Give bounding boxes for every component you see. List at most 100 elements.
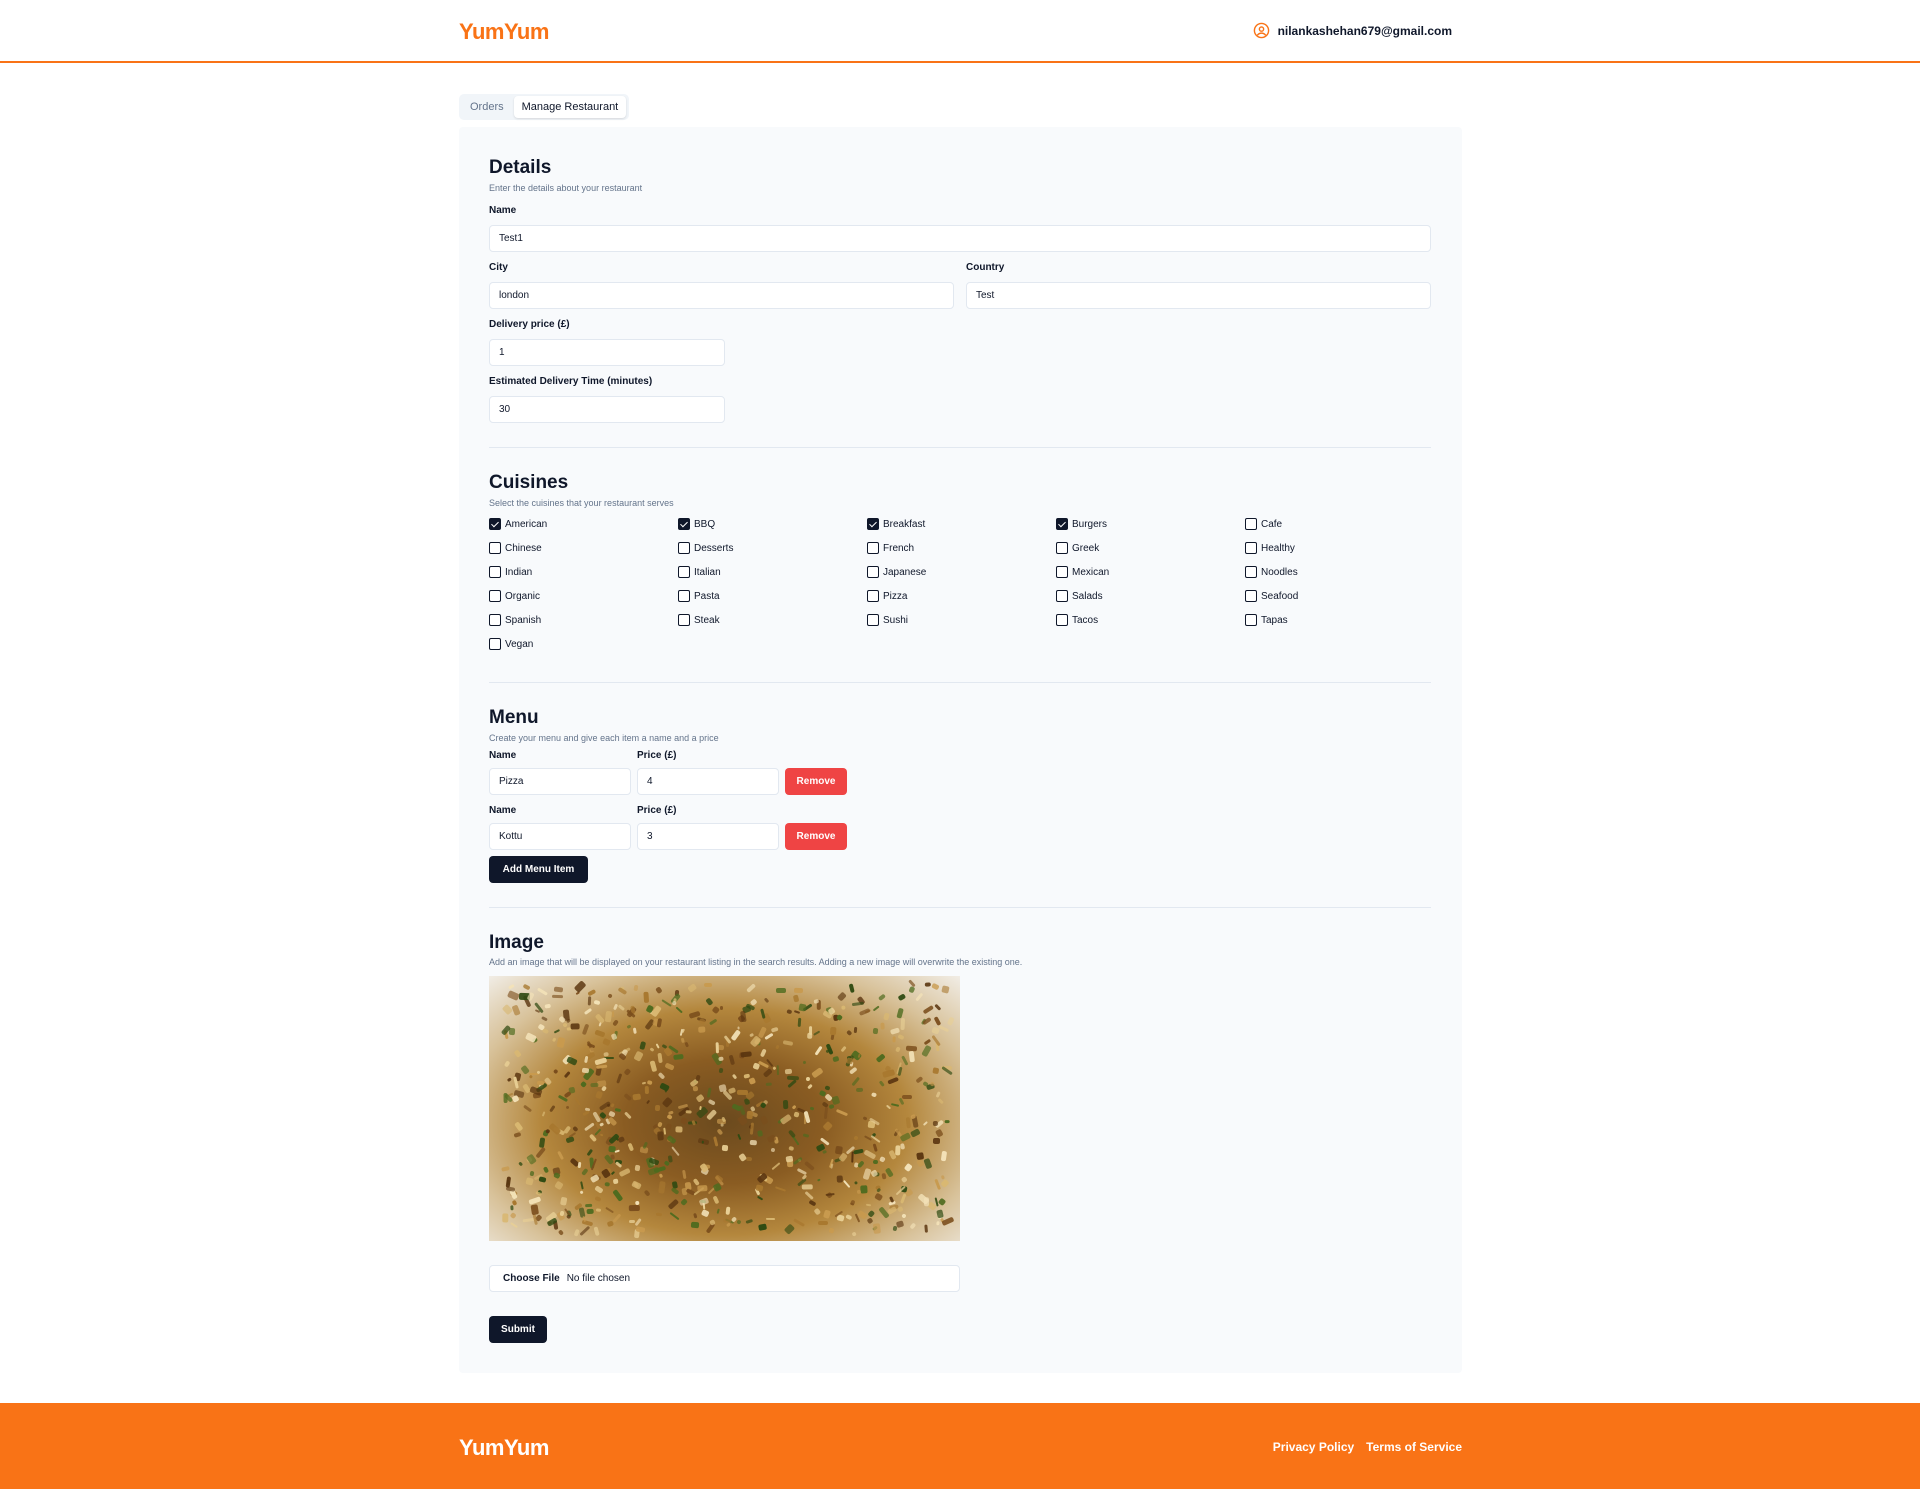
user-menu[interactable]: nilankashehan679@gmail.com [1253, 22, 1452, 39]
checkbox-unchecked-icon[interactable] [1245, 518, 1257, 530]
checkbox-unchecked-icon[interactable] [1245, 566, 1257, 578]
menu-item-name-input[interactable] [489, 768, 631, 795]
checkbox-checked-icon[interactable] [867, 518, 879, 530]
eta-input[interactable] [489, 396, 725, 423]
image-title: Image [489, 932, 544, 953]
file-input[interactable]: Choose File No file chosen [489, 1265, 960, 1292]
cuisine-checkbox[interactable]: Sushi [867, 614, 908, 626]
cuisine-checkbox[interactable]: Organic [489, 590, 540, 602]
checkbox-unchecked-icon[interactable] [489, 590, 501, 602]
divider [489, 682, 1431, 683]
cuisine-checkbox[interactable]: Pasta [678, 590, 720, 602]
cuisine-label: Tacos [1072, 614, 1099, 626]
city-label: City [489, 262, 508, 273]
cuisines-title: Cuisines [489, 472, 569, 493]
checkbox-unchecked-icon[interactable] [678, 614, 690, 626]
divider [489, 907, 1431, 908]
cuisine-checkbox[interactable]: Japanese [867, 566, 926, 578]
cuisine-checkbox[interactable]: Healthy [1245, 542, 1295, 554]
checkbox-unchecked-icon[interactable] [867, 566, 879, 578]
no-file-text: No file chosen [566, 1273, 631, 1284]
cuisine-checkbox[interactable]: Seafood [1245, 590, 1298, 602]
checkbox-unchecked-icon[interactable] [1056, 566, 1068, 578]
checkbox-unchecked-icon[interactable] [489, 614, 501, 626]
checkbox-checked-icon[interactable] [678, 518, 690, 530]
checkbox-unchecked-icon[interactable] [489, 542, 501, 554]
checkbox-unchecked-icon[interactable] [1245, 542, 1257, 554]
cuisine-checkbox[interactable]: Tapas [1245, 614, 1288, 626]
checkbox-checked-icon[interactable] [489, 518, 501, 530]
cuisine-checkbox[interactable]: Burgers [1056, 518, 1107, 530]
cuisine-label: Steak [694, 614, 720, 626]
cuisine-checkbox[interactable]: American [489, 518, 547, 530]
cuisine-label: Greek [1072, 542, 1100, 554]
checkbox-unchecked-icon[interactable] [678, 590, 690, 602]
restaurant-name-input[interactable] [489, 225, 1431, 252]
cuisine-checkbox[interactable]: Italian [678, 566, 721, 578]
checkbox-unchecked-icon[interactable] [678, 542, 690, 554]
checkbox-unchecked-icon[interactable] [1245, 614, 1257, 626]
cuisine-label: Burgers [1072, 518, 1108, 530]
cuisine-checkbox[interactable]: Chinese [489, 542, 542, 554]
checkbox-unchecked-icon[interactable] [867, 542, 879, 554]
cuisine-label: Japanese [883, 566, 927, 578]
cuisine-label: Breakfast [883, 518, 926, 530]
cuisine-checkbox[interactable]: Desserts [678, 542, 733, 554]
terms-of-service-link[interactable]: Terms of Service [1366, 1440, 1462, 1454]
remove-menu-item-button[interactable]: Remove [785, 768, 847, 795]
divider [489, 447, 1431, 448]
remove-menu-item-button[interactable]: Remove [785, 823, 847, 850]
restaurant-image [489, 976, 960, 1241]
country-label: Country [966, 262, 1005, 273]
cuisine-checkbox[interactable]: Spanish [489, 614, 541, 626]
tab-list: Orders Manage Restaurant [459, 94, 630, 120]
add-menu-item-button[interactable]: Add Menu Item [489, 856, 588, 883]
cuisine-label: Vegan [505, 638, 534, 650]
checkbox-unchecked-icon[interactable] [1056, 590, 1068, 602]
cuisine-checkbox[interactable]: Tacos [1056, 614, 1098, 626]
cuisine-checkbox[interactable]: French [867, 542, 914, 554]
checkbox-unchecked-icon[interactable] [489, 566, 501, 578]
details-title: Details [489, 157, 552, 178]
menu-item-price-input[interactable] [637, 823, 779, 850]
cuisine-checkbox[interactable]: Cafe [1245, 518, 1282, 530]
checkbox-unchecked-icon[interactable] [678, 566, 690, 578]
country-input[interactable] [966, 282, 1431, 309]
user-email: nilankashehan679@gmail.com [1277, 23, 1452, 38]
cuisine-label: BBQ [694, 518, 716, 530]
checkbox-unchecked-icon[interactable] [1056, 542, 1068, 554]
cuisine-checkbox[interactable]: Salads [1056, 590, 1103, 602]
cuisine-checkbox[interactable]: Greek [1056, 542, 1099, 554]
menu-item-name-label: Name [489, 750, 517, 761]
submit-button[interactable]: Submit [489, 1316, 547, 1343]
cuisine-checkbox[interactable]: Indian [489, 566, 532, 578]
cuisine-label: Salads [1072, 590, 1103, 602]
cuisine-checkbox[interactable]: Noodles [1245, 566, 1298, 578]
cuisine-checkbox[interactable]: Breakfast [867, 518, 925, 530]
checkbox-unchecked-icon[interactable] [1056, 614, 1068, 626]
cuisine-checkbox[interactable]: Steak [678, 614, 720, 626]
cuisine-checkbox[interactable]: Vegan [489, 638, 533, 650]
cuisine-checkbox[interactable]: Mexican [1056, 566, 1109, 578]
cuisine-label: Healthy [1261, 542, 1295, 554]
delivery-price-input[interactable] [489, 339, 725, 366]
checkbox-unchecked-icon[interactable] [867, 614, 879, 626]
menu-item-price-label: Price (£) [637, 805, 677, 816]
choose-file-button[interactable]: Choose File [503, 1273, 560, 1284]
cuisine-label: Seafood [1261, 590, 1299, 602]
cuisine-checkbox[interactable]: Pizza [867, 590, 907, 602]
tab-orders[interactable]: Orders [462, 96, 512, 118]
tab-manage-restaurant[interactable]: Manage Restaurant [513, 96, 627, 118]
cuisine-label: Organic [505, 590, 541, 602]
checkbox-checked-icon[interactable] [1056, 518, 1068, 530]
logo[interactable]: YumYum [459, 19, 549, 45]
privacy-policy-link[interactable]: Privacy Policy [1273, 1440, 1354, 1454]
menu-item-name-input[interactable] [489, 823, 631, 850]
cuisine-label: Tapas [1261, 614, 1288, 626]
menu-item-price-input[interactable] [637, 768, 779, 795]
cuisine-checkbox[interactable]: BBQ [678, 518, 715, 530]
checkbox-unchecked-icon[interactable] [867, 590, 879, 602]
checkbox-unchecked-icon[interactable] [489, 638, 501, 650]
checkbox-unchecked-icon[interactable] [1245, 590, 1257, 602]
city-input[interactable] [489, 282, 954, 309]
